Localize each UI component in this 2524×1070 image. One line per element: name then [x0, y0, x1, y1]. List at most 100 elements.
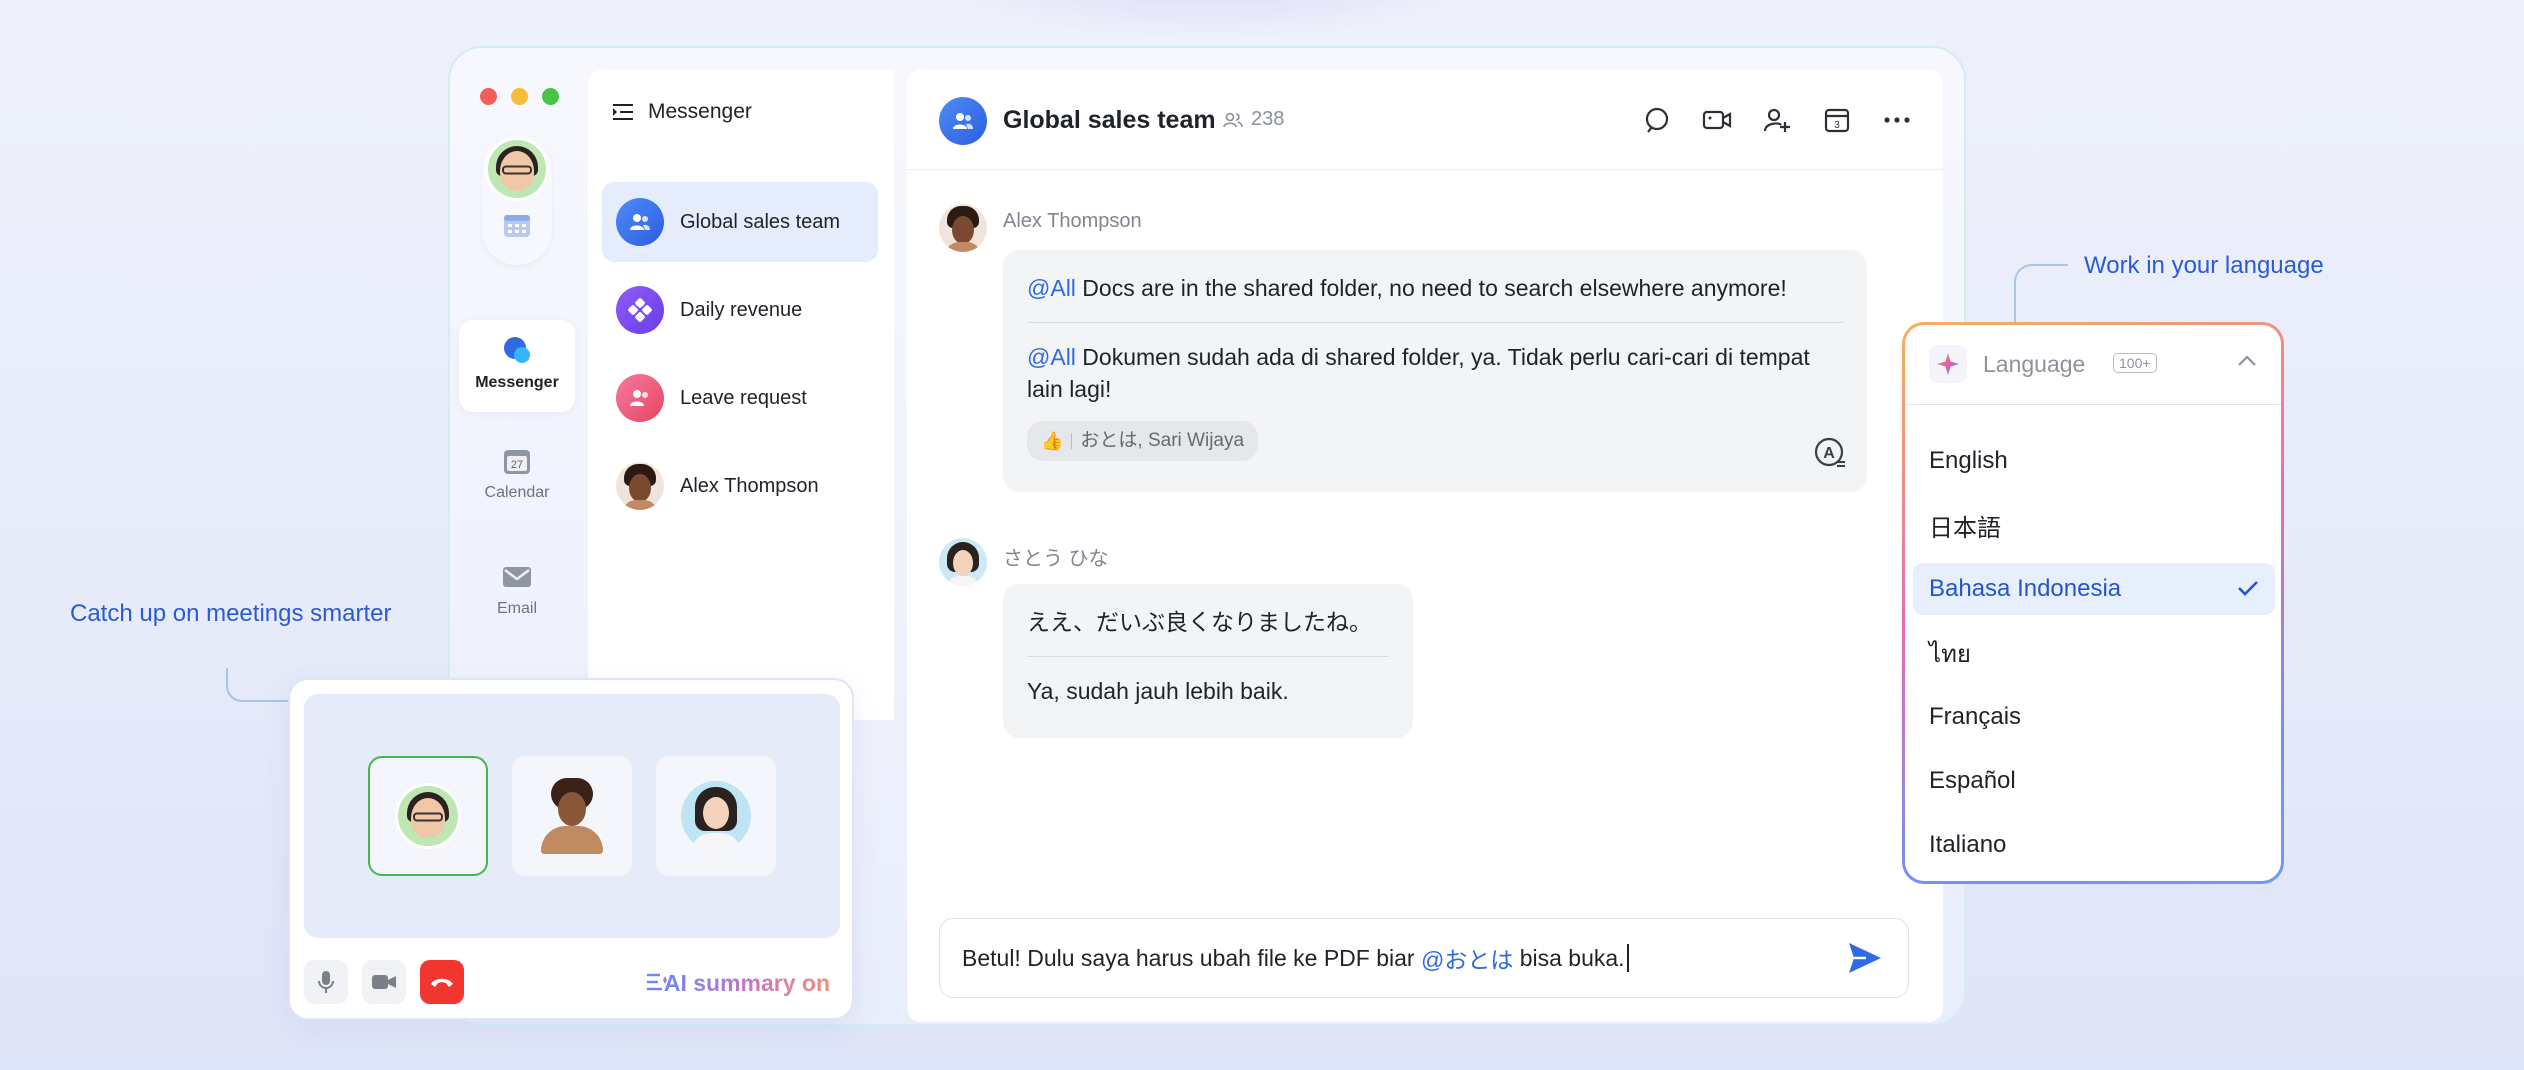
chevron-up-icon[interactable]: [2237, 355, 2257, 367]
chat-item-leave-request[interactable]: Leave request: [602, 358, 878, 438]
message-translated-text: Ya, sudah jauh lebih baik.: [1027, 678, 1289, 704]
language-count-badge: 100+: [2113, 353, 2157, 373]
message-input[interactable]: Betul! Dulu saya harus ubah file ke PDF …: [939, 918, 1909, 998]
chat-item-global-sales-team[interactable]: Global sales team: [602, 182, 878, 262]
send-icon[interactable]: [1846, 939, 1884, 977]
rail-item-calendar[interactable]: 27 Calendar: [459, 446, 575, 502]
call-controls: [304, 960, 464, 1004]
add-member-icon[interactable]: [1761, 104, 1793, 136]
maximize-window-button[interactable]: [542, 88, 559, 105]
input-text-after: bisa buka.: [1513, 944, 1625, 971]
reaction-chip[interactable]: 👍 おとは, Sari Wijaya: [1027, 421, 1259, 461]
video-call-icon[interactable]: [1701, 104, 1733, 136]
participant-avatar: [395, 783, 461, 849]
sender-avatar[interactable]: [939, 538, 987, 586]
chat-item-daily-revenue[interactable]: Daily revenue: [602, 270, 878, 350]
collapse-sidebar-icon[interactable]: [612, 102, 634, 122]
message-bubble[interactable]: ええ、だいぶ良くなりましたね。 Ya, sudah jauh lebih bai…: [1003, 584, 1413, 738]
group-icon: [616, 198, 664, 246]
calendar-icon[interactable]: 3: [1821, 104, 1853, 136]
chat-item-label: Global sales team: [680, 210, 841, 233]
rail-item-messenger[interactable]: Messenger: [459, 320, 575, 412]
text-caret: [1626, 944, 1629, 972]
participant-tile-active[interactable]: [368, 756, 488, 876]
language-option-italian[interactable]: Italiano: [1913, 819, 2275, 871]
rail-item-email[interactable]: Email: [459, 562, 575, 618]
input-text-before: Betul! Dulu saya harus ubah file ke PDF …: [962, 944, 1421, 971]
profile-card[interactable]: [482, 133, 552, 265]
checkmark-icon: [2238, 581, 2258, 596]
translation-divider: [1027, 656, 1389, 657]
mention-all[interactable]: @All: [1027, 275, 1076, 301]
callout-language: Work in your language: [2084, 252, 2324, 279]
messenger-icon: [504, 337, 530, 363]
members-icon: [1223, 112, 1243, 127]
participant-avatar: [537, 778, 607, 854]
chat-item-alex-thompson[interactable]: Alex Thompson: [602, 446, 878, 526]
language-dropdown-title: Language: [1983, 351, 2086, 377]
rail-label-messenger: Messenger: [475, 374, 559, 391]
calendar-day-label: 27: [511, 459, 523, 471]
language-option-label: Bahasa Indonesia: [1929, 575, 2122, 602]
sender-name: さとう ひな: [1003, 548, 1109, 570]
callout-connector-language: [2014, 264, 2068, 322]
sender-avatar[interactable]: [939, 204, 987, 252]
language-option-bahasa-indonesia[interactable]: Bahasa Indonesia: [1913, 563, 2275, 615]
group-icon: [939, 97, 987, 145]
rail-label-email: Email: [496, 600, 537, 617]
search-icon[interactable]: [1641, 104, 1673, 136]
calendar-day-label: 3: [1834, 120, 1840, 131]
member-count-value: 238: [1251, 108, 1285, 130]
hang-up-icon: [431, 978, 453, 987]
participant-tile[interactable]: [512, 756, 632, 876]
reaction-users: おとは, Sari Wijaya: [1080, 430, 1245, 451]
svg-text:A: A: [1823, 445, 1835, 462]
sparkle-icon: [1929, 345, 1967, 383]
translation-divider: [1027, 322, 1843, 323]
language-option-thai[interactable]: ไทย: [1913, 627, 2275, 679]
hang-up-button[interactable]: [420, 960, 464, 1004]
more-options-icon[interactable]: [1881, 104, 1913, 136]
translate-icon[interactable]: A: [1813, 436, 1847, 470]
microphone-icon: [318, 971, 334, 993]
participant-tile[interactable]: [656, 756, 776, 876]
app-title: Messenger: [648, 100, 752, 123]
conversation-panel: Global sales team 238 3 Alex Thompson @A…: [907, 70, 1943, 1022]
email-icon: [503, 567, 531, 587]
mention-all[interactable]: @All: [1027, 344, 1076, 370]
leave-request-icon: [616, 374, 664, 422]
conversation-header: Global sales team 238 3: [907, 70, 1943, 170]
member-count[interactable]: 238: [1223, 108, 1284, 131]
minimize-window-button[interactable]: [511, 88, 528, 105]
microphone-button[interactable]: [304, 960, 348, 1004]
chat-list-panel: Messenger Global sales team Daily revenu…: [588, 70, 894, 720]
close-window-button[interactable]: [480, 88, 497, 105]
ai-summary-toggle[interactable]: AI summary on: [664, 970, 830, 997]
chat-item-label: Leave request: [680, 386, 807, 409]
chat-item-label: Daily revenue: [680, 298, 803, 321]
conversation-title: Global sales team: [1003, 106, 1216, 134]
message-original-text: @All Docs are in the shared folder, no n…: [1027, 275, 1787, 301]
language-option-french[interactable]: Français: [1913, 691, 2275, 743]
message-bubble[interactable]: @All Docs are in the shared folder, no n…: [1003, 250, 1867, 492]
calendar-grid-icon[interactable]: [502, 211, 532, 241]
chat-list-header: Messenger: [612, 100, 752, 124]
sender-name: Alex Thompson: [1003, 210, 1142, 232]
window-controls: [480, 88, 559, 105]
language-option-japanese[interactable]: 日本語: [1913, 499, 2275, 551]
camera-button[interactable]: [362, 960, 406, 1004]
participant-avatar: [681, 781, 751, 851]
thumbs-up-icon: 👍: [1041, 431, 1064, 451]
language-option-spanish[interactable]: Español: [1913, 755, 2275, 807]
meeting-call-card: AI summary on: [288, 678, 854, 1020]
user-avatar[interactable]: [485, 137, 549, 201]
callout-connector-meetings: [226, 668, 288, 702]
alex-thompson-avatar: [616, 462, 664, 510]
language-dropdown-header[interactable]: Language 100+: [1905, 325, 2281, 405]
background-glow: [900, 0, 1520, 40]
conversation-toolbar: 3: [1641, 104, 1913, 136]
camera-icon: [372, 975, 396, 989]
revenue-icon: [616, 286, 664, 334]
message-translated-text: @All Dokumen sudah ada di shared folder,…: [1027, 344, 1810, 402]
language-option-english[interactable]: English: [1913, 435, 2275, 487]
